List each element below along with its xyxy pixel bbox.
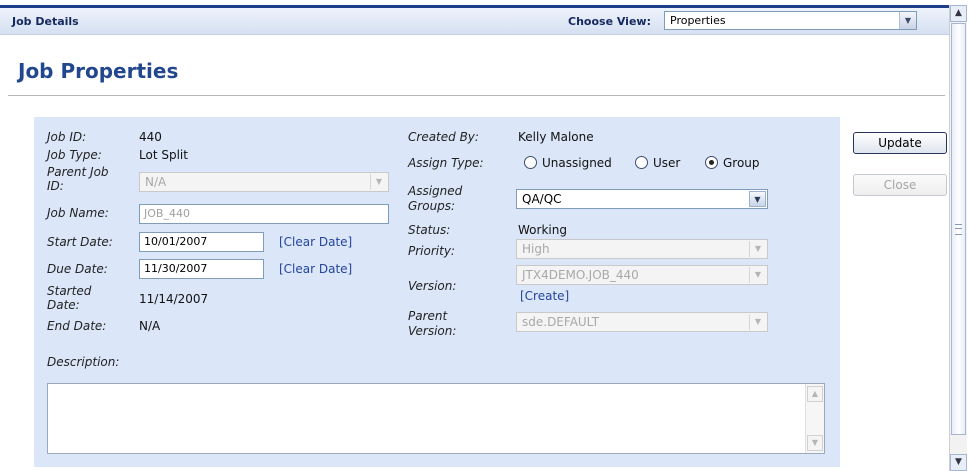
radio-user-label: User [653,156,681,170]
clear-start-date-link[interactable]: [Clear Date] [279,235,352,249]
update-button[interactable]: Update [853,132,947,154]
status-value: Working [518,223,567,237]
priority-label: Priority: [408,244,455,258]
description-scrollbar[interactable]: ▲ ▼ [805,384,824,453]
description-label: Description: [47,355,120,369]
parent-job-id-label-2: ID: [47,179,64,193]
assigned-groups-label: Assigned [408,184,463,198]
parent-version-value: sde.DEFAULT [522,315,600,329]
vertical-scrollbar[interactable]: ▲ ▼ [949,5,967,471]
version-select[interactable]: JTX4DEMO.JOB_440 ▼ [516,265,768,285]
priority-value: High [522,242,550,256]
job-type-label: Job Type: [47,148,102,162]
chevron-down-icon[interactable]: ▼ [749,191,766,207]
priority-select[interactable]: High ▼ [516,239,768,259]
job-name-field[interactable]: JOB_440 [139,204,389,224]
choose-view-select[interactable]: Properties ▼ [664,11,917,30]
status-label: Status: [408,223,451,237]
header-title: Job Details [12,15,79,28]
started-date-value: 11/14/2007 [139,292,209,306]
header-bar: Job Details Choose View: Properties ▼ [0,5,949,35]
radio-unassigned-label: Unassigned [542,156,612,170]
choose-view-label: Choose View: [568,15,651,28]
parent-job-id-value: N/A [145,175,167,189]
grip-icon [955,224,962,235]
version-value: JTX4DEMO.JOB_440 [522,268,639,282]
scroll-thumb[interactable] [951,23,966,435]
job-name-label: Job Name: [47,206,109,220]
scroll-up-icon[interactable]: ▲ [950,5,967,22]
chevron-down-icon[interactable]: ▼ [749,241,766,257]
chevron-down-icon[interactable]: ▼ [749,267,766,283]
job-id-label: Job ID: [47,130,87,144]
close-button[interactable]: Close [853,174,947,196]
title-divider [8,95,945,96]
chevron-down-icon[interactable]: ▼ [899,12,916,29]
scroll-down-icon[interactable]: ▼ [950,454,967,471]
clear-due-date-link[interactable]: [Clear Date] [279,262,352,276]
parent-job-id-select[interactable]: N/A ▼ [139,172,389,192]
job-id-value: 440 [139,130,162,144]
assigned-groups-select[interactable]: QA/QC ▼ [516,189,768,209]
due-date-label: Due Date: [47,262,108,276]
parent-version-label-2: Version: [408,324,457,338]
radio-user[interactable] [635,156,648,169]
page-title: Job Properties [18,59,179,83]
radio-group[interactable] [705,156,718,169]
chevron-down-icon[interactable]: ▼ [749,314,766,330]
end-date-value: N/A [139,319,161,333]
choose-view-value: Properties [670,14,726,27]
version-label: Version: [408,279,457,293]
parent-version-label: Parent [408,309,448,323]
chevron-down-icon[interactable]: ▼ [370,174,387,190]
create-version-link[interactable]: [Create] [520,289,569,303]
due-date-field[interactable]: 11/30/2007 [139,259,264,279]
created-by-value: Kelly Malone [518,130,594,144]
assigned-groups-label-2: Groups: [408,199,456,213]
assigned-groups-value: QA/QC [522,192,562,206]
scroll-down-icon[interactable]: ▼ [807,435,823,451]
started-date-label-2: Date: [47,298,80,312]
scroll-up-icon[interactable]: ▲ [807,386,823,402]
started-date-label: Started [47,284,92,298]
radio-unassigned[interactable] [524,156,537,169]
created-by-label: Created By: [408,130,479,144]
start-date-field[interactable]: 10/01/2007 [139,232,264,252]
assign-type-label: Assign Type: [408,156,484,170]
radio-group-label: Group [723,156,760,170]
description-textarea[interactable]: ▲ ▼ [47,383,825,454]
parent-job-id-label: Parent Job [47,165,109,179]
job-type-value: Lot Split [139,148,188,162]
start-date-label: Start Date: [47,235,113,249]
parent-version-select[interactable]: sde.DEFAULT ▼ [516,312,768,332]
end-date-label: End Date: [47,319,107,333]
job-details-window: Job Details Choose View: Properties ▼ ▲ … [0,0,970,471]
